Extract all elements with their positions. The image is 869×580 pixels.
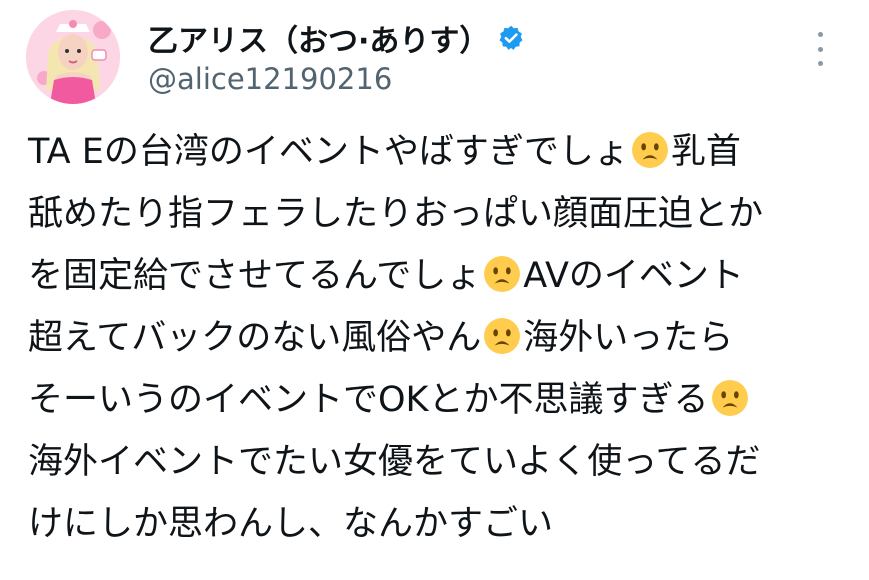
avatar[interactable] [26, 10, 120, 104]
tweet-line: けにしか思わんし、なんかすごい [28, 493, 868, 555]
more-dot [817, 32, 823, 37]
tweet-line: そーいうのイベントでOKとか不思議すぎる [28, 369, 868, 431]
tweet-card: 乙アリス（おつ·ありす） @alice12190216 TA Eの台湾のイベント… [0, 0, 869, 580]
tweet-line: TA Eの台湾のイベントやばすぎでしょ 乳首 [28, 121, 868, 183]
author-handle[interactable]: @alice12190216 [148, 62, 525, 96]
tweet-line: 舐めたり指フェラしたりおっぱい顔面圧迫とか [28, 183, 868, 245]
tweet-line: 海外イベントでたい女優をていよく使ってるだ [28, 431, 868, 493]
worried-face-emoji [631, 127, 669, 168]
more-options-icon[interactable] [810, 32, 830, 66]
more-dot [817, 61, 823, 66]
tweet-line-text: 舐めたり指フェラしたりおっぱい顔面圧迫とか [28, 194, 764, 234]
worried-face-emoji [483, 251, 521, 292]
tweet-header: 乙アリス（おつ·ありす） @alice12190216 [26, 10, 846, 110]
tweet-line: 超えてバックのない風俗やん 海外いったら [28, 307, 868, 369]
worried-face-emoji [711, 375, 749, 416]
display-name[interactable]: 乙アリス（おつ·ありす） [148, 16, 489, 60]
tweet-line: を固定給でさせてるんでしょ AVのイベント [28, 245, 868, 307]
worried-face-emoji [483, 313, 521, 354]
tweet-text: TA Eの台湾のイベントやばすぎでしょ 乳首 舐めたり指フェラしたりおっぱい顔面圧… [28, 121, 868, 555]
tweet-line-text: けにしか思わんし、なんかすごい [28, 504, 554, 544]
tweet-line-text: 超えてバックのない風俗やん [28, 318, 482, 358]
tweet-line-text: を固定給でさせてるんでしょ [28, 256, 482, 296]
tweet-line-text: 海外イベントでたい女優をていよく使ってるだ [28, 442, 761, 482]
tweet-line-text: 乳首 [670, 132, 741, 172]
author-names: 乙アリス（おつ·ありす） @alice12190216 [148, 16, 525, 96]
more-dot [817, 46, 823, 52]
avatar-image [26, 10, 120, 104]
tweet-line-text: TA Eの台湾のイベントやばすぎでしょ [28, 132, 629, 172]
tweet-line-text: AVのイベント [523, 256, 744, 296]
verified-badge-icon [497, 24, 525, 52]
display-name-row: 乙アリス（おつ·ありす） [148, 16, 525, 60]
tweet-line-text: そーいうのイベントでOKとか不思議すぎる [28, 380, 709, 420]
tweet-line-text: 海外いったら [523, 318, 734, 358]
